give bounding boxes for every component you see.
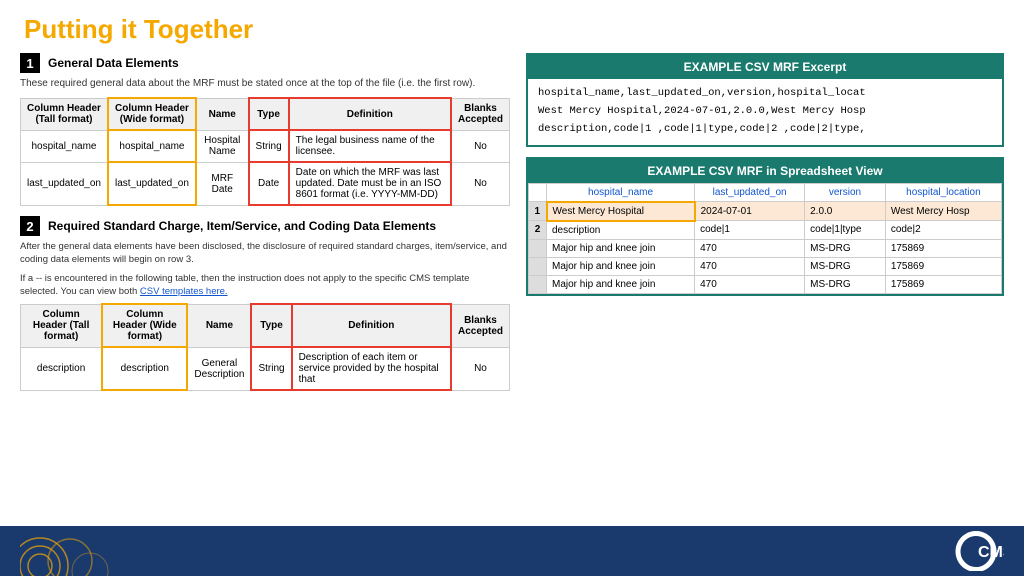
col-header-tall: Column Header(Tall format) [21,98,108,130]
csv-example-title: EXAMPLE CSV MRF Excerpt [528,55,1002,79]
spreadsheet-row-4: Major hip and knee join 470 MS-DRG 17586… [529,257,1002,275]
cell2-wide: description [102,347,187,390]
cell-wide: hospital_name [108,130,196,162]
cell-wide: last_updated_on [108,162,196,205]
csv-line-1: hospital_name,last_updated_on,version,ho… [538,85,992,103]
table-row: hospital_name hospital_name HospitalName… [21,130,510,162]
cell-blanks: No [451,130,510,162]
cell2-type: String [251,347,291,390]
spreadsheet-row-3: Major hip and knee join 470 MS-DRG 17586… [529,239,1002,257]
section1-table: Column Header(Tall format) Column Header… [20,97,510,206]
spreadsheet-title: EXAMPLE CSV MRF in Spreadsheet View [528,159,1002,183]
csv-example-box: EXAMPLE CSV MRF Excerpt hospital_name,la… [526,53,1004,147]
cell-description: description [547,221,695,240]
cell-item-1: Major hip and knee join [547,239,695,257]
section2-desc1: After the general data elements have bee… [20,240,510,267]
row-num-header [529,183,547,202]
page-title: Putting it Together [0,0,1024,53]
cell2-name: GeneralDescription [187,347,251,390]
row-num-2: 2 [529,221,547,240]
section1-title: General Data Elements [48,56,179,70]
cell-470-2: 470 [695,257,805,275]
cell-470-3: 470 [695,275,805,293]
cell-code-3: 175869 [885,275,1001,293]
col-definition: Definition [289,98,451,130]
section1-number: 1 [20,53,40,73]
cell-code1-type: code|1|type [805,221,886,240]
cell-tall: last_updated_on [21,162,108,205]
row-num-5 [529,275,547,293]
cell-def: The legal business name of the licensee. [289,130,451,162]
cell-tall: hospital_name [21,130,108,162]
cell-item-2: Major hip and knee join [547,257,695,275]
col-last-updated: last_updated_on [695,183,805,202]
svg-text:CMS: CMS [978,544,1004,561]
cell2-blanks: No [451,347,510,390]
col2-blanks: BlanksAccepted [451,304,510,347]
col2-header-tall: Column Header (Tallformat) [21,304,103,347]
cell-def: Date on which the MRF was last updated. … [289,162,451,205]
footer: CMS [0,526,1024,576]
section2-table: Column Header (Tallformat) Column Header… [20,303,510,391]
cell-hospital-name-1: West Mercy Hospital [547,202,695,221]
col-type: Type [249,98,289,130]
col-header-wide: Column Header(Wide format) [108,98,196,130]
csv-line-2: West Mercy Hospital,2024-07-01,2.0.0,Wes… [538,103,992,121]
cell-code-2: 175869 [885,257,1001,275]
col-hospital-name: hospital_name [547,183,695,202]
cell-blanks: No [451,162,510,205]
cell-name: MRF Date [196,162,249,205]
cell-code-1: 175869 [885,239,1001,257]
cell-msdrg-3: MS-DRG [805,275,886,293]
col2-definition: Definition [292,304,451,347]
cell-type: Date [249,162,289,205]
cell-name: HospitalName [196,130,249,162]
section2-number: 2 [20,216,40,236]
row-num-3 [529,239,547,257]
cell2-def: Description of each item or service prov… [292,347,451,390]
row-num-1: 1 [529,202,547,221]
cell-code1: code|1 [695,221,805,240]
col2-name: Name [187,304,251,347]
cell2-tall: description [21,347,103,390]
section2-desc2-text: If a -- is encountered in the following … [20,273,469,297]
section1-description: These required general data about the MR… [20,77,510,91]
table-row: description description GeneralDescripti… [21,347,510,390]
cms-logo-svg: CMS [944,531,1004,571]
cell-code2: code|2 [885,221,1001,240]
col2-type: Type [251,304,291,347]
footer-circles-svg [20,526,140,576]
csv-templates-link[interactable]: CSV templates here. [140,286,228,297]
cell-location-1: West Mercy Hosp [885,202,1001,221]
table-row: last_updated_on last_updated_on MRF Date… [21,162,510,205]
cell-item-3: Major hip and knee join [547,275,695,293]
cell-470-1: 470 [695,239,805,257]
spreadsheet-example-box: EXAMPLE CSV MRF in Spreadsheet View hosp… [526,157,1004,296]
spreadsheet-table: hospital_name last_updated_on version ho… [528,183,1002,294]
col-blanks: BlanksAccepted [451,98,510,130]
spreadsheet-row-5: Major hip and knee join 470 MS-DRG 17586… [529,275,1002,293]
col-version: version [805,183,886,202]
section2-title: Required Standard Charge, Item/Service, … [48,219,436,233]
col-hospital-location: hospital_location [885,183,1001,202]
spreadsheet-row-2: 2 description code|1 code|1|type code|2 [529,221,1002,240]
cms-logo: CMS [944,531,1004,571]
cell-type: String [249,130,289,162]
col2-header-wide: Column Header (Wideformat) [102,304,187,347]
row-num-4 [529,257,547,275]
col-name: Name [196,98,249,130]
csv-content: hospital_name,last_updated_on,version,ho… [528,79,1002,145]
spreadsheet-row-1: 1 West Mercy Hospital 2024-07-01 2.0.0 W… [529,202,1002,221]
section2-desc2: If a -- is encountered in the following … [20,272,510,299]
csv-line-3: description,code|1 ,code|1|type,code|2 ,… [538,121,992,139]
cell-last-updated-1: 2024-07-01 [695,202,805,221]
footer-decoration [20,526,140,576]
cell-version-1: 2.0.0 [805,202,886,221]
cell-msdrg-1: MS-DRG [805,239,886,257]
cell-msdrg-2: MS-DRG [805,257,886,275]
